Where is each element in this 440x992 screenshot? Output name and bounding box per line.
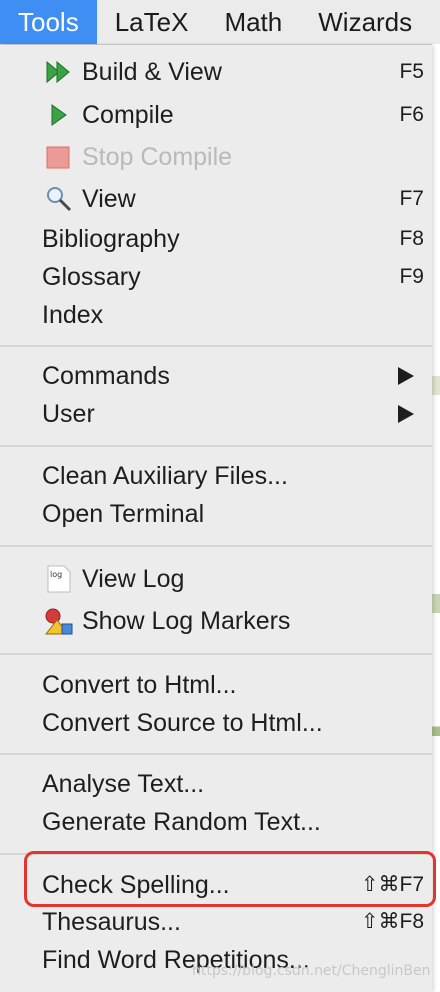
log-markers-icon: [44, 608, 73, 635]
menu-item-user[interactable]: User: [0, 395, 432, 433]
magnifier-icon: [47, 187, 72, 212]
menu-separator: [0, 653, 432, 655]
menu-item-glossary[interactable]: Glossary F9: [0, 258, 432, 296]
menu-separator: [0, 753, 432, 755]
play-icon: [51, 104, 67, 126]
menu-item-label: Convert Source to Html...: [42, 709, 323, 737]
menu-item-generate-random-text[interactable]: Generate Random Text...: [0, 803, 432, 841]
menubar-tools[interactable]: Tools: [0, 0, 97, 44]
shortcut-label: F9: [399, 265, 424, 288]
menu-separator: [0, 445, 432, 447]
menu-item-analyse-text[interactable]: Analyse Text...: [0, 765, 432, 803]
menu-item-view-log[interactable]: log View Log: [0, 560, 432, 598]
menu-item-label: Convert to Html...: [42, 671, 237, 699]
menu-item-label: Analyse Text...: [42, 770, 205, 798]
menu-item-label: Thesaurus...: [42, 908, 181, 936]
menu-item-label: Bibliography: [42, 225, 180, 253]
menu-separator: [0, 345, 432, 347]
menu-bar: Tools LaTeX Math Wizards: [0, 0, 440, 45]
menu-item-label: Stop Compile: [82, 143, 233, 171]
menu-item-thesaurus[interactable]: Thesaurus... ⇧⌘F8: [0, 903, 432, 941]
menu-item-clean-auxiliary-files[interactable]: Clean Auxiliary Files...: [0, 457, 432, 495]
menu-item-label: Compile: [82, 101, 174, 129]
menu-item-commands[interactable]: Commands: [0, 357, 432, 395]
menu-item-stop-compile: Stop Compile: [0, 138, 432, 176]
background-window-edge: [432, 44, 440, 992]
menu-item-label: View: [82, 185, 136, 213]
menu-item-label: Show Log Markers: [82, 607, 291, 635]
menu-item-label: Commands: [42, 362, 170, 390]
menu-item-label: Glossary: [42, 263, 141, 291]
shortcut-label: F5: [399, 60, 424, 83]
shortcut-label: F8: [399, 227, 424, 250]
menu-item-label: Index: [42, 301, 104, 329]
menu-item-open-terminal[interactable]: Open Terminal: [0, 495, 432, 533]
menubar-wizards[interactable]: Wizards: [300, 0, 430, 44]
menu-item-bibliography[interactable]: Bibliography F8: [0, 220, 432, 258]
menu-separator: [0, 545, 432, 547]
stop-icon: [46, 146, 70, 169]
tools-dropdown-menu: Build & View F5 Compile F6 Stop Compile …: [0, 45, 436, 992]
watermark: https://blog.csdn.net/ChenglinBen: [192, 963, 431, 979]
shortcut-label: F6: [399, 103, 424, 126]
shortcut-label: F7: [399, 187, 424, 210]
menu-item-label: Open Terminal: [42, 500, 205, 528]
submenu-arrow-icon: [398, 367, 414, 385]
menubar-math[interactable]: Math: [206, 0, 300, 44]
menu-item-label: View Log: [82, 565, 185, 593]
menu-item-compile[interactable]: Compile F6: [0, 96, 432, 134]
highlight-annotation-box: [24, 851, 436, 907]
menu-item-index[interactable]: Index: [0, 296, 432, 334]
svg-text:log: log: [50, 570, 62, 579]
menu-item-label: Generate Random Text...: [42, 808, 321, 836]
menu-item-show-log-markers[interactable]: Show Log Markers: [0, 602, 432, 640]
menu-item-convert-source-to-html[interactable]: Convert Source to Html...: [0, 704, 432, 742]
menubar-latex[interactable]: LaTeX: [97, 0, 207, 44]
menu-item-label: Clean Auxiliary Files...: [42, 462, 288, 490]
menu-item-convert-to-html[interactable]: Convert to Html...: [0, 666, 432, 704]
fast-forward-icon: [46, 60, 70, 84]
menu-item-label: Build & View: [82, 58, 222, 86]
shortcut-label: ⇧⌘F8: [360, 910, 424, 933]
menu-item-label: User: [42, 400, 95, 428]
menu-item-build-view[interactable]: Build & View F5: [0, 53, 432, 91]
menu-item-view[interactable]: View F7: [0, 180, 432, 218]
submenu-arrow-icon: [398, 405, 414, 423]
log-file-icon: log: [47, 565, 71, 593]
